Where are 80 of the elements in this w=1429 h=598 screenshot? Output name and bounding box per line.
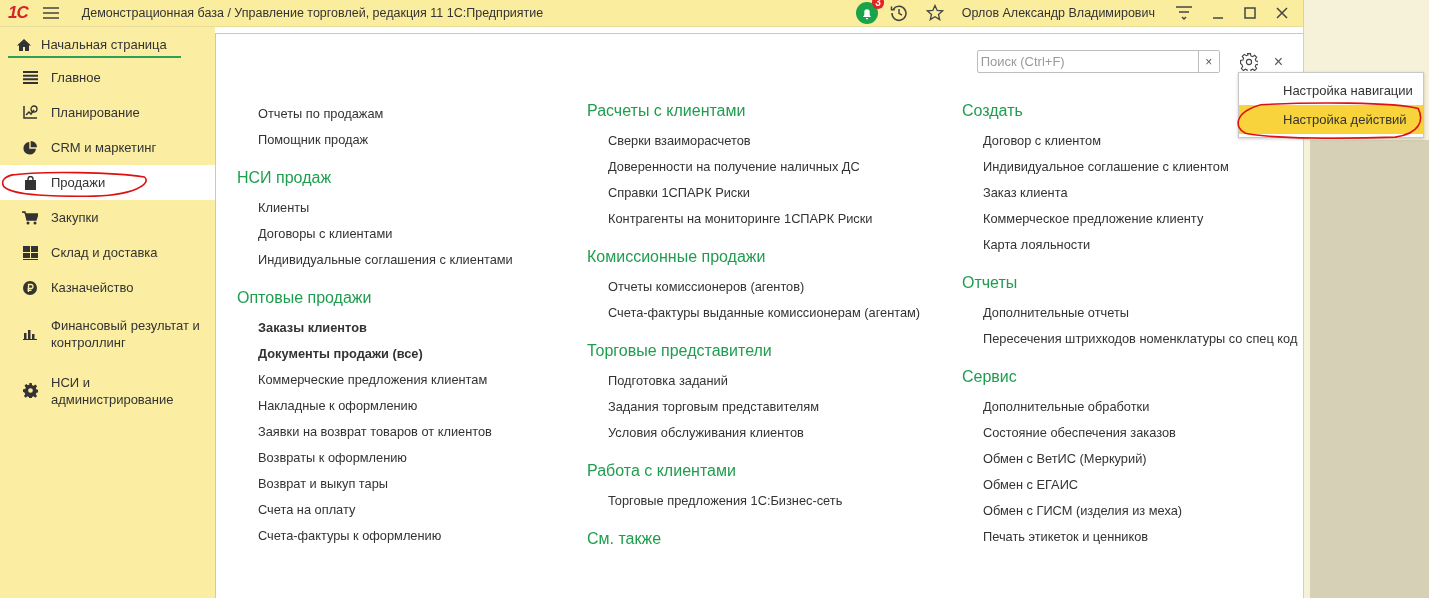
navigation-link[interactable]: Обмен с ВетИС (Меркурий) (962, 446, 1303, 472)
navigation-link[interactable]: Индивидуальные соглашения с клиентами (237, 247, 587, 273)
clear-button[interactable]: × (1197, 51, 1219, 72)
pie-chart-icon (23, 140, 37, 155)
menu-icon[interactable] (1175, 5, 1193, 21)
navigation-link[interactable]: Возврат и выкуп тары (237, 471, 587, 497)
sidebar-item[interactable]: Планирование (0, 95, 215, 130)
navigation-link[interactable]: Возвраты к оформлению (237, 445, 587, 471)
sidebar-item[interactable]: CRM и маркетинг (0, 130, 215, 165)
navigation-link[interactable]: Пересечения штрихкодов номенклатуры со спец код (962, 326, 1303, 352)
navigation-link[interactable]: Коммерческое предложение клиенту (962, 206, 1303, 232)
navigation-link[interactable]: Условия обслуживания клиентов (587, 420, 962, 446)
close-button[interactable]: × (1271, 52, 1285, 71)
bar-chart-icon (23, 327, 37, 340)
close-icon[interactable] (1275, 6, 1289, 20)
navigation-link[interactable]: Коммерческие предложения клиентам (237, 367, 587, 393)
section-heading: Отчеты (962, 273, 1019, 293)
navigation-link[interactable]: Документы продажи (все) (237, 341, 587, 367)
navigation-link[interactable]: Дополнительные отчеты (962, 300, 1303, 326)
navigation-link[interactable]: Заказ клиента (962, 180, 1303, 206)
star-icon[interactable] (925, 4, 944, 22)
list-icon (22, 71, 38, 84)
history-icon[interactable] (889, 4, 908, 22)
sidebar-item[interactable]: НСИ и администрирование (0, 362, 215, 419)
section-heading: Сервис (962, 367, 1018, 387)
navigation-link[interactable]: Заявки на возврат товаров от клиентов (237, 419, 587, 445)
section-heading: Расчеты с клиентами (587, 101, 747, 121)
section-heading: См. также (587, 529, 663, 549)
sidebar-item[interactable]: Закупки (0, 200, 215, 235)
navigation-link[interactable]: Контрагенты на мониторинге 1СПАРК Риски (587, 206, 962, 232)
navigation-link[interactable]: Карта лояльности (962, 232, 1303, 258)
grid-icon (22, 245, 38, 260)
navigation-link[interactable]: Помощник продаж (237, 127, 587, 153)
navigation-link[interactable]: Отчеты комиссионеров (агентов) (587, 274, 962, 300)
sidebar-item[interactable]: Финансовый результат и контроллинг (0, 305, 215, 362)
navigation-link[interactable]: Счета-фактуры к оформлению (237, 523, 587, 549)
navigation-link[interactable]: Сверки взаиморасчетов (587, 128, 962, 154)
shopping-bag-icon (23, 175, 37, 190)
search-field[interactable]: Поиск (Ctrl+F) × (976, 50, 1220, 73)
navigation-link[interactable]: Счета-фактуры выданные комиссионерам (агентам) (587, 300, 962, 326)
navigation-link[interactable]: Накладные к оформлению (237, 393, 587, 419)
navigation-link[interactable]: Отчеты по продажам (237, 101, 384, 127)
menu-icon[interactable] (41, 6, 60, 20)
navigation-link[interactable]: Торговые предложения 1С:Бизнес-сеть (587, 488, 962, 514)
navigation-link[interactable]: Печать этикеток и ценников (962, 524, 1303, 550)
section-heading: НСИ продаж (237, 168, 333, 188)
navigation-link[interactable]: Доверенности на получение наличных ДС (587, 154, 962, 180)
user-name[interactable]: Орлов Александр Владимирович (961, 6, 1155, 20)
maximize-icon[interactable] (1243, 6, 1257, 20)
navigation-link[interactable]: Клиенты (237, 195, 587, 221)
navigation-link[interactable]: Состояние обеспечения заказов (962, 420, 1303, 446)
menu-item[interactable]: Настройка навигации (1239, 76, 1423, 105)
navigation-link[interactable]: Справки 1СПАРК Риски (587, 180, 962, 206)
navigation-link[interactable]: Задания торговым представителям (587, 394, 962, 420)
navigation-link[interactable]: Счета на оплату (237, 497, 587, 523)
home-icon (16, 37, 32, 52)
ruble-coin-icon (23, 280, 37, 295)
settings-icon[interactable] (1239, 52, 1258, 71)
navigation-link[interactable]: Договоры с клиентами (237, 221, 587, 247)
app-logo: 1С (8, 3, 28, 23)
home-tab[interactable]: Начальная страница (8, 37, 181, 58)
navigation-link[interactable]: Подготовка заданий (587, 368, 962, 394)
menu-item[interactable]: Настройка действий (1239, 105, 1423, 134)
section-heading: Оптовые продажи (237, 288, 373, 308)
navigation-link[interactable]: Дополнительные обработки (962, 394, 1303, 420)
window-title: Демонстрационная база / Управление торговлей, редакция 11 1С:Предприятие (81, 6, 544, 20)
section-heading: Торговые представители (587, 341, 773, 361)
sidebar-item[interactable]: Казначейство (0, 270, 215, 305)
cart-icon (22, 210, 38, 225)
chart-axis-icon (22, 105, 38, 120)
sidebar-item[interactable]: Главное (0, 60, 215, 95)
navigation-link[interactable]: Индивидуальное соглашение с клиентом (962, 154, 1303, 180)
sidebar-item[interactable]: Склад и доставка (0, 235, 215, 270)
section-heading: Работа с клиентами (587, 461, 737, 481)
sidebar-item[interactable]: Продажи (0, 165, 215, 200)
gear-icon (22, 383, 38, 398)
navigation-link[interactable]: Обмен с ЕГАИС (962, 472, 1303, 498)
section-heading: Комиссионные продажи (587, 247, 767, 267)
navigation-link[interactable]: Обмен с ГИСМ (изделия из меха) (962, 498, 1303, 524)
navigation-link[interactable]: Заказы клиентов (237, 315, 587, 341)
